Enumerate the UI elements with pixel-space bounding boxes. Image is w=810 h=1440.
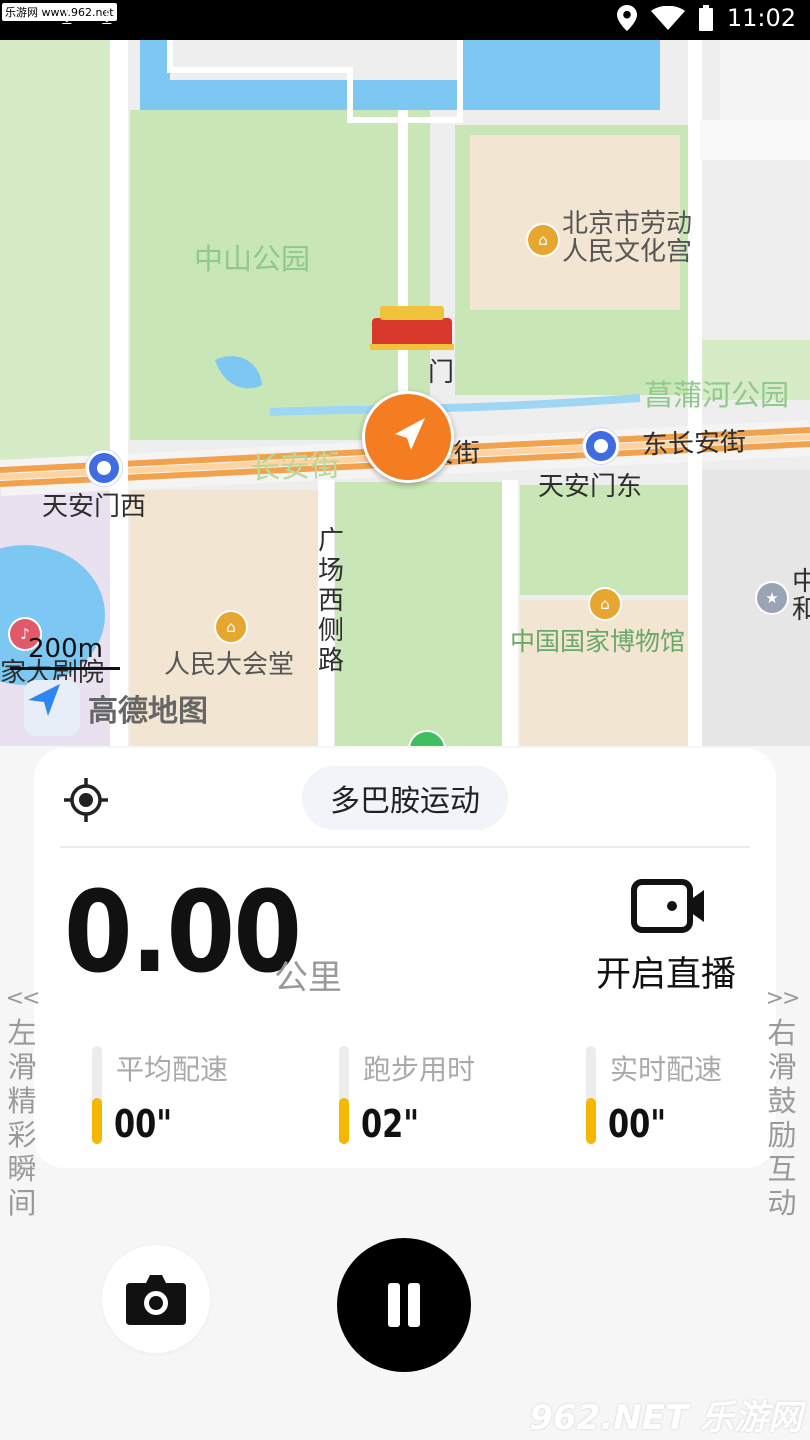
swipe-left-arrows: << <box>5 986 41 1011</box>
wifi-icon <box>650 6 685 30</box>
map-scale: 200m <box>10 634 122 674</box>
swipe-left-text: 左 滑 精 彩 瞬 间 <box>7 1016 37 1220</box>
poi-star-icon[interactable]: ★ <box>755 581 789 615</box>
map-label-tiananmen-east: 天安门东 <box>538 472 643 502</box>
amap-logo: 高德地图 <box>24 680 208 736</box>
video-camera-icon[interactable] <box>630 878 708 934</box>
map-label-changpuhe-park: 菖蒲河公园 <box>644 378 790 412</box>
current-location-marker[interactable] <box>362 391 454 483</box>
stat-value: 00" <box>114 1102 173 1146</box>
poi-museum-icon[interactable]: ⌂ <box>588 587 622 621</box>
metro-station-icon[interactable] <box>583 428 619 464</box>
map-label-tiananmen-west: 天安门西 <box>42 492 147 522</box>
amap-logo-icon <box>24 680 80 736</box>
map-label-great-hall: 人民大会堂 <box>164 650 295 680</box>
stat-bar <box>339 1046 349 1144</box>
sport-type-pill[interactable]: 多巴胺运动 <box>302 766 508 830</box>
stat-label: 平均配速 <box>116 1053 229 1086</box>
map-view[interactable]: 中山公园 ⌂ 北京市劳动 人民文化宫 门 菖蒲河公园 长安街 西长安街 东长安街… <box>0 40 810 746</box>
photo-button[interactable] <box>102 1245 210 1353</box>
swipe-right-arrows: >> <box>765 986 801 1011</box>
download-icon: ⤓ <box>62 4 72 29</box>
map-label-guangchang-west-road: 广 场 西 侧 路 <box>318 526 345 676</box>
stat-bar <box>92 1046 102 1144</box>
amap-logo-text: 高德地图 <box>88 694 208 729</box>
status-bar: 乐游网 www.962.net ⤓ ⤓ 11:02 <box>0 0 810 40</box>
swipe-right-hint[interactable]: >> 右 滑 鼓 励 互 动 <box>764 982 801 1220</box>
footer-watermark: 962.NET 乐游网 <box>529 1398 802 1438</box>
pause-icon <box>388 1283 400 1327</box>
stat-value: 02" <box>361 1102 420 1146</box>
camera-icon <box>126 1275 186 1325</box>
distance-value: 0.00 <box>64 868 302 998</box>
watermark-label: 乐游网 www.962.net <box>2 3 117 21</box>
metro-station-icon[interactable] <box>86 450 122 486</box>
map-label-zhongshan-park: 中山公园 <box>194 242 311 276</box>
location-icon <box>616 5 637 31</box>
sport-card: 多巴胺运动 0.00 公里 开启直播 平均配速 00" 跑步用时 02" 实时配… <box>34 748 776 1168</box>
map-label-changan-street: 长安街 <box>249 448 341 487</box>
download-icon: ⤓ <box>102 4 112 29</box>
swipe-right-text: 右 滑 鼓 励 互 动 <box>767 1016 797 1220</box>
map-label-east-changan: 东长安街 <box>641 427 747 461</box>
poi-hall-icon[interactable]: ⌂ <box>214 610 248 644</box>
battery-icon <box>698 5 713 31</box>
stat-label: 跑步用时 <box>363 1053 476 1086</box>
locate-target-icon[interactable] <box>62 776 110 824</box>
map-label-national-museum: 中国国家博物馆 <box>510 627 686 656</box>
distance-unit: 公里 <box>274 958 342 998</box>
stat-label: 实时配速 <box>610 1053 723 1086</box>
map-label-right-edge: 中 和 <box>792 567 810 625</box>
stat-bar <box>586 1046 596 1144</box>
navigation-arrow-icon <box>395 418 425 450</box>
map-label-tiananmen: 门 <box>428 358 455 388</box>
stat-value: 00" <box>608 1102 667 1146</box>
swipe-left-hint[interactable]: << 左 滑 精 彩 瞬 间 <box>4 982 41 1220</box>
poi-museum-icon[interactable]: ⌂ <box>526 223 560 257</box>
clock: 11:02 <box>726 4 796 32</box>
start-live-button[interactable]: 开启直播 <box>596 946 736 997</box>
map-label-labor-palace: 北京市劳动 人民文化宫 <box>562 209 693 267</box>
card-divider <box>60 846 750 848</box>
pause-button[interactable] <box>337 1238 471 1372</box>
map-scale-label: 200m <box>28 634 103 664</box>
